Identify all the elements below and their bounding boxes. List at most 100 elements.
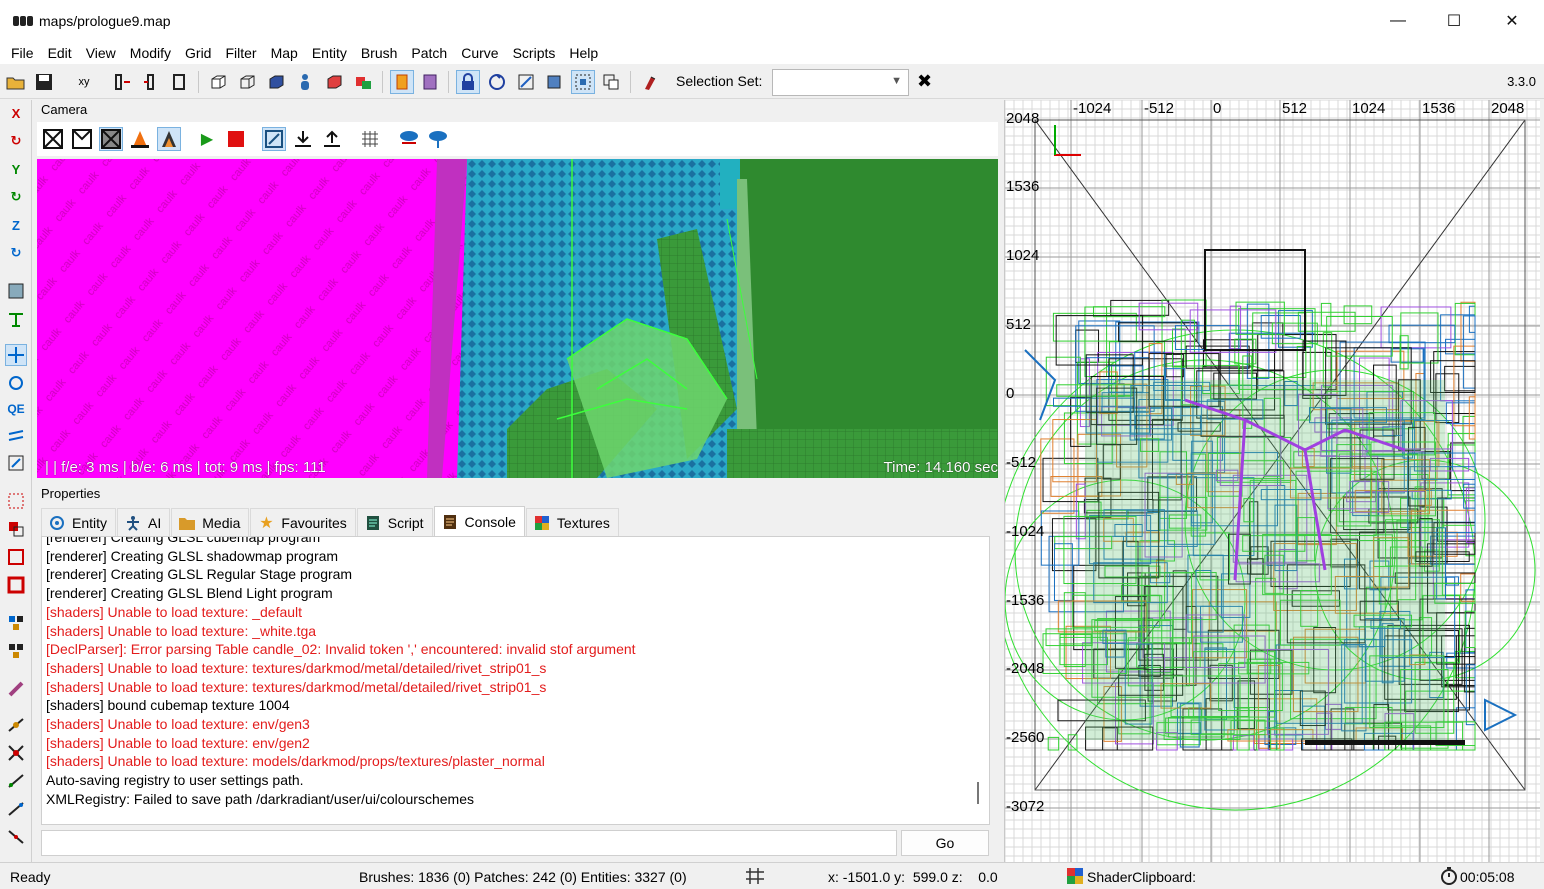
menu-modify[interactable]: Modify bbox=[123, 42, 178, 64]
lighting-preview-icon[interactable] bbox=[157, 127, 181, 151]
camera-viewport[interactable]: caulk | | f/e: 3 ms | b/e: 6 ms | t bbox=[37, 159, 998, 478]
clip-in-icon[interactable] bbox=[291, 127, 315, 151]
menu-scripts[interactable]: Scripts bbox=[506, 42, 563, 64]
brush-icon[interactable] bbox=[638, 70, 662, 94]
menu-grid[interactable]: Grid bbox=[178, 42, 218, 64]
patch-bend-icon[interactable] bbox=[5, 714, 27, 736]
menu-file[interactable]: File bbox=[4, 42, 41, 64]
rotate-y-axis-icon[interactable]: ↻ bbox=[5, 186, 27, 208]
ortho-x-label: -1024 bbox=[1073, 100, 1112, 117]
clipper-icon[interactable] bbox=[390, 70, 414, 94]
select-touching-icon[interactable] bbox=[5, 518, 27, 540]
console-line: [shaders] Unable to load texture: textur… bbox=[46, 678, 547, 695]
cube-outline-icon[interactable] bbox=[235, 70, 259, 94]
timer: 00:05:08 bbox=[1460, 869, 1515, 885]
menu-edit[interactable]: Edit bbox=[41, 42, 79, 64]
select-inside-icon[interactable] bbox=[5, 490, 27, 512]
tab-console[interactable]: Console bbox=[433, 506, 525, 536]
select-full-icon[interactable] bbox=[5, 574, 27, 596]
qe-icon[interactable]: QE bbox=[5, 398, 27, 420]
patch-thicken-icon[interactable] bbox=[5, 798, 27, 820]
console-scrollbar[interactable] bbox=[977, 782, 979, 804]
console-line: [shaders] Unable to load texture: env/ge… bbox=[46, 716, 310, 733]
flip-x-axis-icon[interactable]: X bbox=[5, 102, 27, 124]
rotate-icon[interactable] bbox=[5, 372, 27, 394]
tab-textures[interactable]: Textures bbox=[525, 508, 619, 536]
drag-mode-icon[interactable] bbox=[599, 70, 623, 94]
resize-icon[interactable] bbox=[5, 452, 27, 474]
textured-mode-icon[interactable] bbox=[99, 127, 123, 151]
flat-shade-icon[interactable] bbox=[70, 127, 94, 151]
flip-y-icon[interactable] bbox=[139, 70, 163, 94]
menu-filter[interactable]: Filter bbox=[218, 42, 263, 64]
menu-map[interactable]: Map bbox=[264, 42, 305, 64]
shader-clipboard-icon bbox=[1066, 867, 1084, 888]
rotate-texture-icon[interactable] bbox=[485, 70, 509, 94]
selection-set-combo[interactable]: ▼ bbox=[772, 69, 909, 96]
menu-curve[interactable]: Curve bbox=[454, 42, 505, 64]
flip-z-icon[interactable] bbox=[167, 70, 191, 94]
menu-entity[interactable]: Entity bbox=[305, 42, 354, 64]
maximize-button[interactable]: ☐ bbox=[1426, 0, 1482, 42]
stop-icon[interactable] bbox=[224, 127, 248, 151]
far-clip-icon[interactable] bbox=[262, 127, 286, 151]
scale-texture-icon[interactable] bbox=[514, 70, 538, 94]
camera-move-down-icon[interactable] bbox=[426, 127, 450, 151]
csg-merge-icon[interactable] bbox=[5, 640, 27, 662]
xy-view-icon[interactable]: xy bbox=[72, 70, 96, 94]
menu-patch[interactable]: Patch bbox=[404, 42, 454, 64]
tab-entity[interactable]: Entity bbox=[41, 508, 117, 536]
tab-favourites[interactable]: ★ Favourites bbox=[250, 508, 356, 536]
flip-y-axis-icon[interactable]: Y bbox=[5, 158, 27, 180]
translate-icon[interactable] bbox=[5, 344, 27, 366]
texture-lock-icon[interactable] bbox=[542, 70, 566, 94]
texture-fit-icon[interactable] bbox=[5, 280, 27, 302]
texture-align-icon[interactable] bbox=[5, 308, 27, 330]
flip-x-icon[interactable] bbox=[110, 70, 134, 94]
main-toolbar: xy Selection Set: ▼ ✖ 3.3.0 bbox=[0, 65, 1544, 99]
lock-icon[interactable] bbox=[456, 70, 480, 94]
hollow-icon[interactable] bbox=[5, 678, 27, 700]
mirror-icon[interactable] bbox=[418, 70, 442, 94]
patch-weld-icon[interactable] bbox=[5, 742, 27, 764]
textured-cube-icon[interactable] bbox=[264, 70, 288, 94]
clear-selection-set-icon[interactable]: ✖ bbox=[917, 71, 932, 92]
minimize-button[interactable]: — bbox=[1370, 0, 1426, 42]
camera-move-left-icon[interactable] bbox=[397, 127, 421, 151]
red-cube-icon[interactable] bbox=[322, 70, 346, 94]
menu-view[interactable]: View bbox=[79, 42, 123, 64]
entity-figure-icon[interactable] bbox=[293, 70, 317, 94]
grid-toggle-icon[interactable] bbox=[358, 127, 382, 151]
tab-ai[interactable]: AI bbox=[117, 508, 171, 536]
clip-out-icon[interactable] bbox=[320, 127, 344, 151]
rotate-z-axis-icon[interactable]: ↻ bbox=[5, 242, 27, 264]
wireframe-mode-icon[interactable] bbox=[41, 127, 65, 151]
menu-help[interactable]: Help bbox=[562, 42, 605, 64]
camera-render: caulk bbox=[37, 159, 998, 478]
select-complete-icon[interactable] bbox=[5, 546, 27, 568]
open-folder-icon[interactable] bbox=[4, 70, 28, 94]
console-line: [DeclParser]: Error parsing Table candle… bbox=[46, 641, 636, 658]
play-icon[interactable]: ▶ bbox=[195, 127, 219, 151]
select-mode-icon[interactable] bbox=[571, 70, 595, 94]
close-button[interactable]: ✕ bbox=[1484, 0, 1540, 42]
console-output[interactable]: [renderer] Creating GLSL cubemap program… bbox=[41, 536, 990, 825]
rotate-x-axis-icon[interactable]: ↻ bbox=[5, 130, 27, 152]
ortho-y-label: 0 bbox=[1006, 385, 1015, 402]
console-command-input[interactable] bbox=[41, 830, 897, 856]
tab-media[interactable]: Media bbox=[171, 508, 250, 536]
console-line: [shaders] Unable to load texture: _white… bbox=[46, 622, 317, 639]
patch-invert-icon[interactable] bbox=[5, 826, 27, 848]
lighting-mode-icon[interactable] bbox=[128, 127, 152, 151]
clip-icon[interactable] bbox=[5, 426, 27, 448]
csg-subtract-icon[interactable] bbox=[5, 612, 27, 634]
cube-icon[interactable] bbox=[206, 70, 230, 94]
save-icon[interactable] bbox=[32, 70, 56, 94]
go-button[interactable]: Go bbox=[901, 830, 989, 856]
menu-brush[interactable]: Brush bbox=[354, 42, 405, 64]
patch-cap-icon[interactable] bbox=[5, 770, 27, 792]
flip-z-axis-icon[interactable]: Z bbox=[5, 214, 27, 236]
lights-icon[interactable] bbox=[351, 70, 375, 94]
ortho-view[interactable]: -1024 -512 0 512 1024 1536 2048 2048 1536 1024 512… bbox=[1004, 100, 1540, 862]
tab-script[interactable]: Script bbox=[356, 508, 433, 536]
